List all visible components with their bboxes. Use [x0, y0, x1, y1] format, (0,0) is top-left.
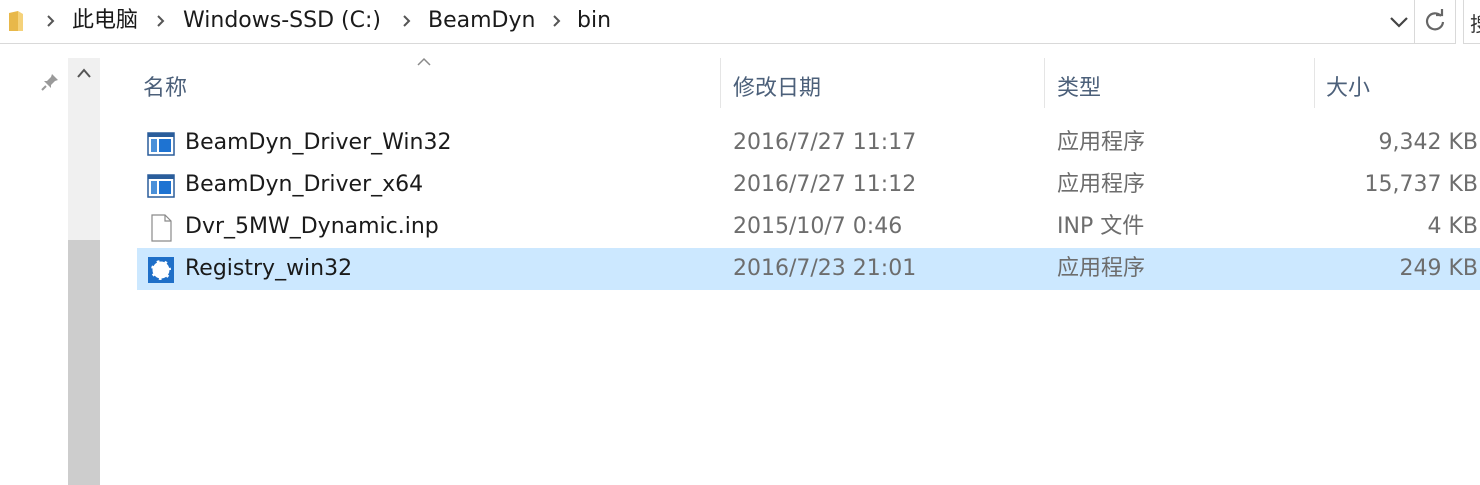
file-size: 15,737 KB: [1364, 172, 1479, 197]
breadcrumb-drive[interactable]: Windows-SSD (C:): [183, 7, 381, 35]
column-divider[interactable]: [1314, 58, 1315, 108]
file-date: 2016/7/27 11:17: [733, 130, 917, 155]
file-name[interactable]: BeamDyn_Driver_Win32: [185, 128, 451, 158]
pin-icon[interactable]: [40, 72, 60, 92]
column-divider[interactable]: [1044, 58, 1045, 108]
chevron-right-icon[interactable]: [156, 15, 166, 27]
chevron-right-icon[interactable]: [46, 15, 56, 27]
address-bar[interactable]: 此电脑 Windows-SSD (C:) BeamDyn bin: [0, 0, 1415, 44]
breadcrumb-beamdyn[interactable]: BeamDyn: [428, 7, 535, 35]
chevron-right-icon[interactable]: [402, 15, 412, 27]
file-type: INP 文件: [1057, 214, 1145, 239]
sort-ascending-icon: [417, 57, 431, 66]
breadcrumb-this-pc[interactable]: 此电脑: [72, 7, 138, 35]
file-size: 9,342 KB: [1378, 130, 1479, 155]
navigation-pane[interactable]: [0, 44, 68, 485]
file-date: 2015/10/7 0:46: [733, 214, 903, 239]
file-row-selected[interactable]: Registry_win32 2016/7/23 21:01 应用程序 249 …: [137, 248, 1480, 290]
file-row[interactable]: Dvr_5MW_Dynamic.inp 2015/10/7 0:46 INP 文…: [137, 206, 1480, 248]
folder-icon: [9, 11, 23, 31]
file-date: 2016/7/23 21:01: [733, 256, 917, 281]
document-icon: [151, 214, 172, 242]
file-type: 应用程序: [1057, 130, 1146, 155]
file-size: 4 KB: [1427, 214, 1478, 239]
file-name[interactable]: Registry_win32: [185, 254, 352, 284]
file-date: 2016/7/27 11:12: [733, 172, 917, 197]
file-row[interactable]: BeamDyn_Driver_Win32 2016/7/27 11:17 应用程…: [137, 122, 1480, 164]
file-name[interactable]: BeamDyn_Driver_x64: [185, 170, 423, 200]
application-icon: [147, 174, 175, 198]
registry-app-icon: [148, 257, 174, 283]
column-header-type[interactable]: 类型: [1057, 70, 1101, 102]
column-header-date[interactable]: 修改日期: [733, 70, 821, 102]
refresh-icon: [1425, 9, 1445, 31]
nav-scrollbar-thumb[interactable]: [68, 240, 100, 485]
chevron-right-icon[interactable]: [552, 15, 562, 27]
file-size: 249 KB: [1399, 256, 1478, 281]
column-divider[interactable]: [720, 58, 721, 108]
column-header-name[interactable]: 名称: [143, 70, 187, 102]
column-header-size[interactable]: 大小: [1326, 70, 1370, 102]
chevron-down-icon[interactable]: [1388, 13, 1410, 31]
file-type: 应用程序: [1057, 256, 1146, 281]
search-placeholder: 搜: [1470, 8, 1480, 37]
search-box[interactable]: 搜: [1463, 0, 1480, 44]
refresh-button[interactable]: [1415, 0, 1456, 44]
file-type: 应用程序: [1057, 172, 1146, 197]
file-name[interactable]: Dvr_5MW_Dynamic.inp: [185, 212, 439, 242]
breadcrumb-bin[interactable]: bin: [577, 7, 611, 35]
application-icon: [147, 132, 175, 156]
file-row[interactable]: BeamDyn_Driver_x64 2016/7/27 11:12 应用程序 …: [137, 164, 1480, 206]
scroll-up-arrow-icon[interactable]: [76, 66, 92, 80]
